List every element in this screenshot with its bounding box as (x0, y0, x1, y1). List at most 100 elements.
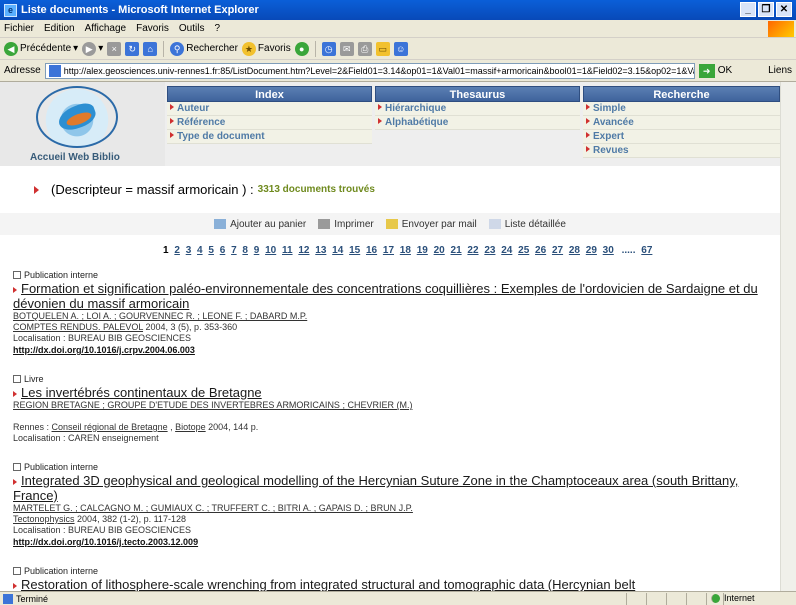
select-checkbox[interactable] (13, 567, 21, 575)
forward-button[interactable]: ▶ ▾ (82, 41, 103, 56)
page-link[interactable]: 20 (434, 245, 445, 256)
page-link[interactable]: 18 (400, 245, 411, 256)
record-title-link[interactable]: Restoration of lithosphere-scale wrenchi… (13, 577, 778, 591)
page-link[interactable]: 24 (501, 245, 512, 256)
record-title-link[interactable]: Formation et signification paléo-environ… (13, 281, 778, 311)
maximize-button[interactable]: ❒ (758, 2, 774, 17)
page-link[interactable]: 19 (417, 245, 428, 256)
menu-affichage[interactable]: Affichage (85, 23, 127, 34)
vertical-scrollbar[interactable] (780, 82, 796, 591)
menu-edition[interactable]: Edition (44, 23, 75, 34)
page-link[interactable]: 26 (535, 245, 546, 256)
mail-icon[interactable]: ✉ (339, 41, 354, 56)
chevron-down-icon[interactable]: ▾ (73, 43, 78, 54)
nav-link-hierarchique[interactable]: Hiérarchique (375, 102, 580, 116)
page-link[interactable]: 23 (484, 245, 495, 256)
list-icon (488, 219, 501, 229)
media-icon[interactable]: ● (294, 41, 309, 56)
print-button[interactable]: Imprimer (318, 218, 374, 230)
folder-icon[interactable]: ▭ (375, 41, 390, 56)
links-button[interactable]: Liens (768, 65, 792, 76)
print-icon[interactable]: ⎙ (357, 41, 372, 56)
go-button[interactable]: ➜ OK (698, 63, 732, 78)
page-link[interactable]: 2 (174, 245, 180, 256)
stop-icon[interactable]: × (107, 41, 122, 56)
home-icon[interactable]: ⌂ (143, 41, 158, 56)
page-link[interactable]: 4 (197, 245, 203, 256)
back-button[interactable]: ◀ Précédente ▾ (4, 41, 78, 56)
page-link[interactable]: 14 (332, 245, 343, 256)
nav-link-revues[interactable]: Revues (583, 144, 780, 158)
publisher-link[interactable]: Conseil régional de Bretagne (52, 422, 168, 432)
page-link[interactable]: 10 (265, 245, 276, 256)
send-mail-button[interactable]: Envoyer par mail (385, 219, 477, 230)
messenger-icon[interactable]: ☺ (393, 41, 408, 56)
page-link[interactable]: 15 (349, 245, 360, 256)
nav-link-simple[interactable]: Simple (583, 102, 780, 116)
back-arrow-icon: ◀ (4, 41, 18, 56)
page-link[interactable]: 25 (518, 245, 529, 256)
record-title-link[interactable]: Integrated 3D geophysical and geological… (13, 473, 778, 503)
doi-link[interactable]: http://dx.doi.org/10.1016/j.tecto.2003.1… (13, 536, 778, 548)
publisher-link[interactable]: Biotope (175, 422, 206, 432)
page-link[interactable]: 11 (282, 245, 293, 256)
nav-link-expert[interactable]: Expert (583, 130, 780, 144)
add-to-cart-button[interactable]: Ajouter au panier (214, 219, 306, 230)
search-button[interactable]: ⚲ Rechercher (170, 41, 238, 56)
menu-outils[interactable]: Outils (179, 23, 205, 34)
nav-link-reference[interactable]: Référence (167, 116, 372, 130)
refresh-icon[interactable]: ↻ (125, 41, 140, 56)
page-link[interactable]: 22 (467, 245, 478, 256)
nav-link-alphabetique[interactable]: Alphabétique (375, 116, 580, 130)
select-checkbox[interactable] (13, 375, 21, 383)
star-icon: ★ (241, 41, 256, 56)
logo-area[interactable]: Accueil Web Biblio (0, 82, 165, 166)
page-link[interactable]: 28 (569, 245, 580, 256)
record-authors[interactable]: MARTELET G. ; CALCAGNO M. ; GUMIAUX C. ;… (13, 503, 778, 514)
page-link[interactable]: 5 (208, 245, 214, 256)
record-authors[interactable]: BOTQUELEN A. ; LOI A. ; GOURVENNEC R. ; … (13, 311, 778, 322)
close-button[interactable]: ✕ (776, 2, 792, 17)
nav-link-type-document[interactable]: Type de document (167, 130, 372, 144)
query-text: (Descripteur = massif armoricain ) : (51, 182, 254, 197)
home-link[interactable]: Accueil Web Biblio (30, 152, 120, 163)
menu-help[interactable]: ? (214, 23, 220, 34)
chevron-down-icon[interactable]: ▾ (98, 43, 103, 54)
page-link[interactable]: 30 (603, 245, 614, 256)
record-title-link[interactable]: Les invertébrés continentaux de Bretagne (13, 385, 778, 400)
select-checkbox[interactable] (13, 463, 21, 471)
page-link[interactable]: 29 (586, 245, 597, 256)
address-input[interactable]: http://alex.geosciences.univ-rennes1.fr:… (44, 62, 695, 79)
page-link[interactable]: 12 (298, 245, 309, 256)
detailed-list-button[interactable]: Liste détaillée (488, 219, 566, 230)
page-link[interactable]: 8 (242, 245, 248, 256)
nav-index-title: Index (167, 86, 372, 102)
page-link[interactable]: 13 (315, 245, 326, 256)
menu-favoris[interactable]: Favoris (136, 23, 169, 34)
page-link-last[interactable]: 67 (641, 245, 652, 256)
window-controls: _ ❒ ✕ (740, 2, 792, 17)
record-authors[interactable]: REGION BRETAGNE ; GROUPE D'ETUDE DES INV… (13, 400, 778, 411)
journal-link[interactable]: COMPTES RENDUS. PALEVOL (13, 322, 143, 332)
record-title: Restoration of lithosphere-scale wrenchi… (21, 577, 636, 591)
page-link[interactable]: 16 (366, 245, 377, 256)
status-text: Terminé (16, 593, 49, 604)
history-icon[interactable]: ◷ (321, 41, 336, 56)
page-link[interactable]: 27 (552, 245, 563, 256)
page-link[interactable]: 9 (254, 245, 260, 256)
favorites-button[interactable]: ★ Favoris (241, 41, 291, 56)
nav-link-auteur[interactable]: Auteur (167, 102, 372, 116)
journal-link[interactable]: Tectonophysics (13, 514, 75, 524)
page-link[interactable]: 6 (220, 245, 226, 256)
print-label: Imprimer (334, 218, 374, 230)
select-checkbox[interactable] (13, 271, 21, 279)
page-link[interactable]: 17 (383, 245, 394, 256)
nav-link-avancee[interactable]: Avancée (583, 116, 780, 130)
page-link[interactable]: 7 (231, 245, 237, 256)
page-link[interactable]: 3 (186, 245, 192, 256)
doi-link[interactable]: http://dx.doi.org/10.1016/j.crpv.2004.06… (13, 344, 778, 356)
menu-fichier[interactable]: Fichier (4, 23, 34, 34)
page-link[interactable]: 21 (451, 245, 462, 256)
minimize-button[interactable]: _ (740, 2, 756, 17)
